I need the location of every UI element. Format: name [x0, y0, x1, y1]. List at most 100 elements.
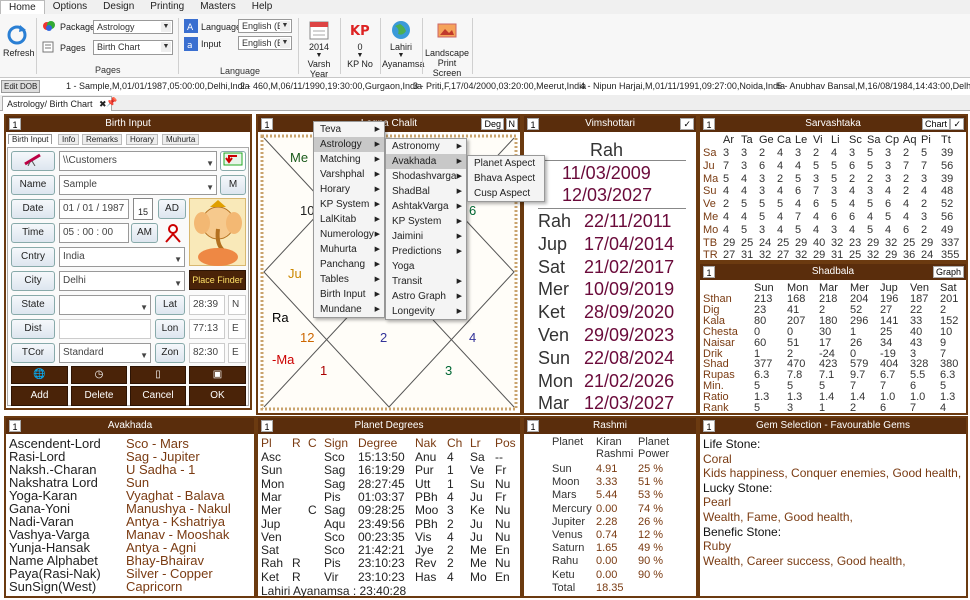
- varsh-year-button[interactable]: 2014 ▼ Varsh Year: [300, 20, 338, 79]
- menu-item[interactable]: Astrology ▶: [314, 137, 384, 152]
- deg-button[interactable]: Deg: [481, 118, 504, 130]
- tcor-select[interactable]: Standard ▼: [59, 343, 151, 363]
- menu-item[interactable]: Astronomy ▶: [386, 139, 466, 154]
- country-label-button[interactable]: Cntry: [11, 247, 55, 267]
- date-field[interactable]: 01 / 01 / 1987: [59, 199, 129, 219]
- date-label-button[interactable]: Date: [11, 199, 55, 219]
- menu-item[interactable]: Numerology ▶: [314, 227, 384, 242]
- add-button[interactable]: Add: [11, 386, 68, 406]
- country-select[interactable]: India ▼: [59, 247, 185, 267]
- menu-item[interactable]: Teva ▶: [314, 122, 384, 137]
- menu-item[interactable]: Yoga: [386, 259, 466, 274]
- ok-button[interactable]: OK: [189, 386, 246, 406]
- menu-item[interactable]: LalKitab ▶: [314, 212, 384, 227]
- state-select[interactable]: ▼: [59, 295, 151, 315]
- menu-item[interactable]: Panchang ▶: [314, 257, 384, 272]
- menu-item[interactable]: KP System ▶: [314, 197, 384, 212]
- chart-button[interactable]: Chart: [921, 118, 950, 130]
- clock-button[interactable]: ◷: [71, 366, 127, 384]
- menu-item[interactable]: Astro Graph ▶: [386, 289, 466, 304]
- landscape-button[interactable]: Landscape Print Screen: [424, 20, 470, 78]
- tab-horary[interactable]: Horary: [126, 134, 159, 145]
- longitude-direction[interactable]: E: [228, 319, 246, 339]
- menu-item[interactable]: Predictions ▶: [386, 244, 466, 259]
- tab-birth-input[interactable]: Birth Input: [8, 134, 53, 144]
- goto-button[interactable]: [220, 151, 246, 171]
- era-button[interactable]: AD: [158, 199, 186, 219]
- time-field[interactable]: 05 : 00 : 00: [59, 223, 129, 243]
- place-finder-button[interactable]: Place Finder: [189, 270, 246, 290]
- name-field[interactable]: Sample ▼: [59, 175, 217, 195]
- city-select[interactable]: Delhi ▼: [59, 271, 185, 291]
- district-field[interactable]: [59, 319, 151, 339]
- dist-label-button[interactable]: Dist: [11, 319, 55, 339]
- pages-select[interactable]: Birth Chart ▼: [93, 40, 173, 55]
- menu-item[interactable]: Horary ▶: [314, 182, 384, 197]
- check-icon[interactable]: ✓: [680, 118, 694, 130]
- pin-icon[interactable]: 📌: [106, 97, 117, 108]
- latitude-direction[interactable]: N: [228, 295, 246, 315]
- menu-printing[interactable]: Printing: [142, 0, 192, 14]
- folder-button[interactable]: [11, 151, 55, 171]
- language-select[interactable]: English (E ▼: [238, 19, 292, 33]
- tcor-label-button[interactable]: TCor: [11, 343, 55, 363]
- recent-record-4[interactable]: 4 - Nipun Harjai,M,01/11/1991,09:27:00,N…: [580, 81, 785, 91]
- package-select[interactable]: Astrology ▼: [93, 20, 173, 34]
- menu-item[interactable]: KP System ▶: [386, 214, 466, 229]
- graph-button[interactable]: Graph: [932, 266, 964, 278]
- menu-home[interactable]: Home: [0, 0, 45, 14]
- lon-label-button[interactable]: Lon: [155, 319, 185, 339]
- state-label-button[interactable]: State: [11, 295, 55, 315]
- ampm-button[interactable]: AM: [131, 223, 158, 243]
- menu-item[interactable]: Avakhada ▶: [386, 154, 466, 169]
- menu-item[interactable]: Bhava Aspect: [468, 171, 544, 186]
- menu-item[interactable]: Mundane ▶: [314, 302, 384, 317]
- menu-item[interactable]: Tables ▶: [314, 272, 384, 287]
- menu-item[interactable]: Jaimini ▶: [386, 229, 466, 244]
- menu-item[interactable]: Planet Aspect: [468, 156, 544, 171]
- menu-item[interactable]: Cusp Aspect: [468, 186, 544, 201]
- tab-birth-chart[interactable]: Astrology/ Birth Chart ✖: [2, 96, 112, 111]
- delete-button[interactable]: Delete: [71, 386, 127, 406]
- menu-design[interactable]: Design: [95, 0, 142, 14]
- zone-direction[interactable]: E: [228, 343, 246, 363]
- menu-help[interactable]: Help: [244, 0, 281, 14]
- cancel-button[interactable]: Cancel: [130, 386, 186, 406]
- save-button[interactable]: ▣: [189, 366, 246, 384]
- tab-muhurta[interactable]: Muhurta: [162, 134, 200, 145]
- refresh-button[interactable]: Refresh: [3, 24, 35, 58]
- menu-item[interactable]: Transit ▶: [386, 274, 466, 289]
- input-select[interactable]: English (E ▼: [238, 36, 292, 50]
- menu-item[interactable]: Matching ▶: [314, 152, 384, 167]
- world-button[interactable]: 🌐: [11, 366, 68, 384]
- check-icon[interactable]: ✓: [950, 118, 964, 130]
- longitude-field[interactable]: 77:13: [189, 319, 225, 339]
- calendar-button[interactable]: 15: [133, 198, 153, 220]
- recent-record-3[interactable]: 3 - Priti,F,17/04/2000,03:20:00,Meerut,I…: [413, 81, 586, 91]
- menu-item[interactable]: Longevity ▶: [386, 304, 466, 319]
- menu-item[interactable]: Muhurta ▶: [314, 242, 384, 257]
- time-label-button[interactable]: Time: [11, 223, 55, 243]
- tab-info[interactable]: Info: [58, 134, 80, 145]
- recent-record-2[interactable]: 2 - 460,M,06/11/1990,19:30:00,Gurgaon,In…: [240, 81, 422, 91]
- kp-no-button[interactable]: KP 0 ▼ KP No: [343, 20, 377, 69]
- zone-label-button[interactable]: Zon: [155, 343, 185, 363]
- city-label-button[interactable]: City: [11, 271, 55, 291]
- menu-item[interactable]: Varshphal ▶: [314, 167, 384, 182]
- new-button[interactable]: ▯: [130, 366, 186, 384]
- recent-record-5[interactable]: 5 - Anubhav Bansal,M,16/08/1984,14:43:00…: [777, 81, 970, 91]
- lat-label-button[interactable]: Lat: [155, 295, 185, 315]
- menu-options[interactable]: Options: [45, 0, 95, 14]
- edit-dob-button[interactable]: Edit DOB: [1, 80, 41, 93]
- ayanamsa-button[interactable]: Lahiri ▼ Ayanamsa: [382, 20, 424, 69]
- n-button[interactable]: N: [505, 118, 518, 130]
- folder-select[interactable]: \\Customers ▼: [59, 151, 217, 171]
- menu-item[interactable]: AshtakVarga ▶: [386, 199, 466, 214]
- latitude-field[interactable]: 28:39: [189, 295, 225, 315]
- gender-button[interactable]: M: [220, 175, 246, 195]
- name-label-button[interactable]: Name: [11, 175, 55, 195]
- tab-remarks[interactable]: Remarks: [82, 134, 123, 145]
- recent-record-1[interactable]: 1 - Sample,M,01/01/1987,05:00:00,Delhi,I…: [66, 81, 250, 91]
- zone-field[interactable]: 82:30: [189, 343, 225, 363]
- person-icon[interactable]: [162, 223, 184, 243]
